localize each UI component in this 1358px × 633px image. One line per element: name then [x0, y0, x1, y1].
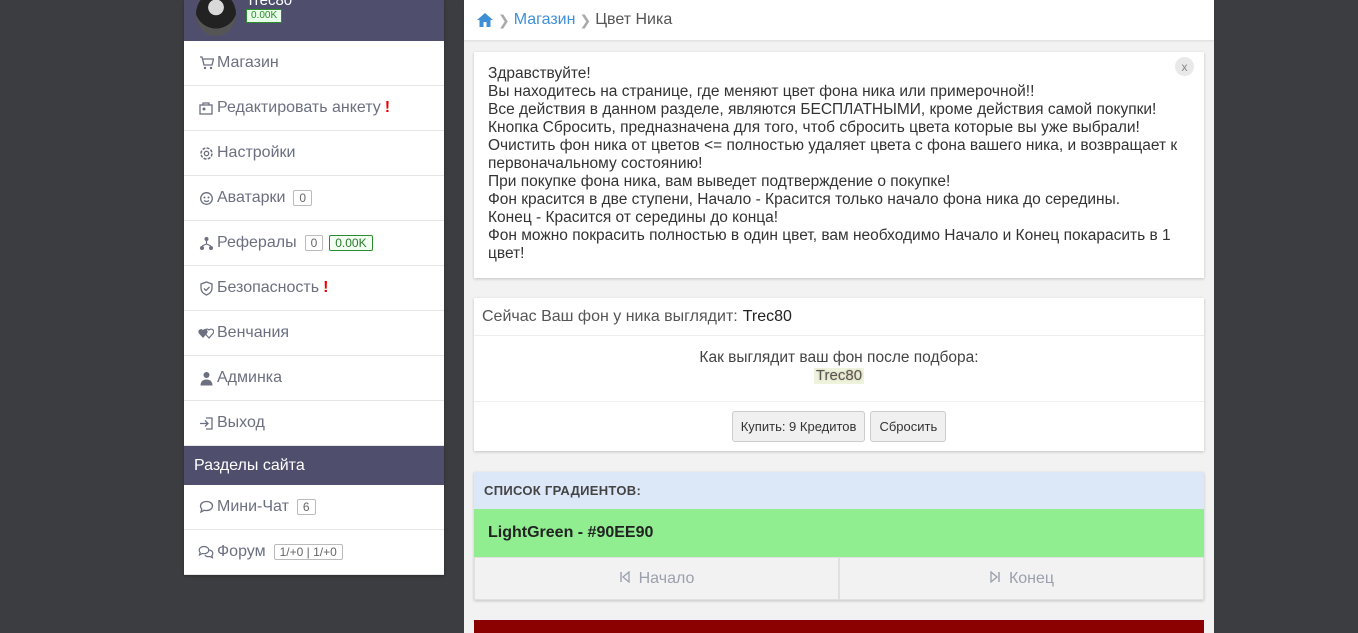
info-line: Вы находитесь на странице, где меняют цв…: [488, 83, 1035, 100]
referral-icon: [197, 235, 215, 251]
step-back-icon: [619, 570, 631, 586]
breadcrumb-link-shop[interactable]: Магазин: [514, 11, 576, 29]
gradient-start-label: Начало: [638, 569, 695, 587]
sidebar-item-label: Аватарки: [217, 189, 286, 206]
sidebar-item-settings[interactable]: Настройки: [184, 131, 444, 176]
current-background-label: Сейчас Ваш фон у ника выглядит:: [482, 307, 738, 325]
sidebar-item-label: Настройки: [217, 144, 296, 161]
gradient-end-label: Конец: [1008, 569, 1055, 587]
current-background-row: Сейчас Ваш фон у ника выглядит: Trec80: [474, 298, 1204, 336]
reset-button[interactable]: Сбросить: [870, 410, 947, 442]
current-nick: Trec80: [742, 307, 792, 325]
count-badge: 6: [296, 499, 316, 515]
avatar-icon: [197, 190, 215, 206]
gradient-end-button[interactable]: Конец: [839, 557, 1204, 600]
sidebar-item-label: Безопасность: [217, 279, 320, 296]
info-line: Все действия в данном разделе, являются …: [488, 101, 1157, 118]
sidebar-item-label: Венчания: [217, 324, 290, 341]
sidebar-item-shop[interactable]: Магазин: [184, 41, 444, 86]
count-badge: 0: [304, 235, 324, 251]
shield-icon: [197, 280, 215, 296]
info-panel: x Здравствуйте! Вы находитесь на страниц…: [474, 52, 1204, 278]
sidebar-item-avatars[interactable]: Аватарки 0: [184, 176, 444, 221]
info-line: При покупке фона ника, вам выведет подтв…: [488, 173, 951, 190]
after-preview-block: Как выглядит ваш фон после подбора: Trec…: [474, 336, 1204, 402]
sidebar-item-label: Магазин: [217, 54, 279, 71]
forum-icon: [197, 544, 215, 560]
cart-icon: [197, 55, 215, 71]
sidebar-item-label: Форум: [217, 543, 266, 560]
sidebar: Trec80 0.00K Магазин Редактировать анкет…: [184, 0, 444, 575]
gradient-list-panel: СПИСОК ГРАДИЕНТОВ: LightGreen - #90EE90 …: [474, 472, 1204, 600]
sidebar-item-security[interactable]: Безопасность !: [184, 266, 444, 311]
gradient-list-header: СПИСОК ГРАДИЕНТОВ:: [474, 472, 1204, 509]
sidebar-item-label: Выход: [217, 414, 265, 431]
sidebar-item-logout[interactable]: Выход: [184, 401, 444, 446]
avatar[interactable]: [196, 0, 236, 36]
step-forward-icon: [989, 570, 1001, 586]
info-line: Фон можно покрасить полностью в один цве…: [488, 227, 1171, 262]
sidebar-item-label: Рефералы: [217, 234, 297, 251]
sidebar-item-referrals[interactable]: Рефералы 0 0.00K: [184, 221, 444, 266]
sidebar-item-label: Редактировать анкету: [217, 99, 381, 116]
sidebar-item-admin[interactable]: Админка: [184, 356, 444, 401]
info-line: Кнопка Сбросить, предназначена для того,…: [488, 119, 1140, 136]
sidebar-item-edit-profile[interactable]: Редактировать анкету !: [184, 86, 444, 131]
alert-mark: !: [323, 279, 329, 296]
sidebar-item-mini-chat[interactable]: Мини-Чат 6: [184, 485, 444, 530]
breadcrumb-current: Цвет Ника: [595, 11, 673, 28]
user-name[interactable]: Trec80: [246, 0, 292, 9]
info-line: Конец - Красится от середины до конца!: [488, 209, 779, 226]
next-gradient-item: [474, 620, 1204, 633]
sidebar-item-label: Мини-Чат: [217, 498, 289, 515]
logout-icon: [197, 415, 215, 431]
edit-profile-icon: [197, 100, 215, 116]
close-button[interactable]: x: [1175, 57, 1194, 76]
sidebar-item-forum[interactable]: Форум 1/+0 | 1/+0: [184, 530, 444, 575]
money-badge: 0.00K: [329, 235, 373, 251]
admin-user-icon: [197, 370, 215, 386]
alert-mark: !: [384, 99, 391, 116]
chevron-right-icon: ❯: [579, 11, 592, 28]
sidebar-section-header: Разделы сайта: [184, 446, 444, 485]
home-icon[interactable]: [476, 11, 494, 29]
chevron-right-icon: ❯: [498, 11, 510, 28]
gradient-item-actions: Начало Конец: [474, 557, 1204, 600]
main-content: ❯ Магазин ❯ Цвет Ника x Здравствуйте! Вы…: [464, 0, 1214, 633]
sidebar-item-label: Админка: [217, 369, 283, 386]
hearts-icon: [197, 325, 215, 341]
sidebar-item-weddings[interactable]: Венчания: [184, 311, 444, 356]
count-badge: 0: [293, 190, 313, 206]
after-preview-nick: Trec80: [813, 367, 865, 384]
user-block: Trec80 0.00K: [184, 0, 444, 41]
breadcrumb: ❯ Магазин ❯ Цвет Ника: [464, 0, 1214, 40]
chat-icon: [197, 499, 215, 515]
nick-preview-panel: Сейчас Ваш фон у ника выглядит: Trec80 К…: [474, 298, 1204, 451]
gradient-item-name: LightGreen - #90EE90: [474, 509, 1204, 557]
buy-button[interactable]: Купить: 9 Кредитов: [731, 410, 866, 442]
gear-icon: [197, 145, 215, 161]
after-preview-label: Как выглядит ваш фон после подбора:: [699, 349, 979, 366]
count-badge: 1/+0 | 1/+0: [273, 544, 343, 560]
info-line: Фон красится в две ступени, Начало - Кра…: [488, 191, 1121, 208]
info-line: Здравствуйте!: [488, 65, 591, 82]
info-line: Очистить фон ника от цветов <= полностью…: [488, 137, 1178, 172]
gradient-start-button[interactable]: Начало: [474, 557, 839, 600]
user-credits-badge: 0.00K: [246, 9, 283, 23]
action-buttons: Купить: 9 Кредитов Сбросить: [474, 402, 1204, 450]
